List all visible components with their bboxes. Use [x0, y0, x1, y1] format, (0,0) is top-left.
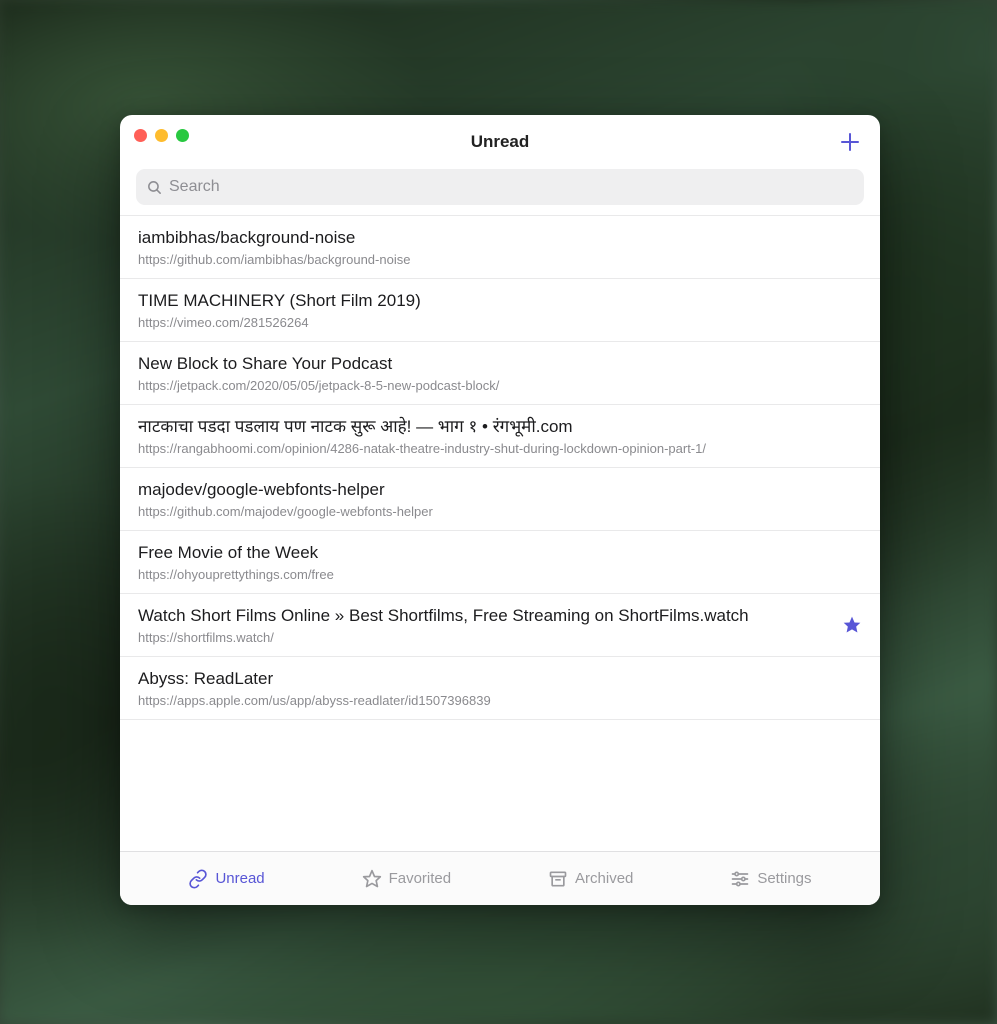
tab-label: Archived — [575, 870, 633, 887]
list-item-text: iambibhas/background-noise https://github… — [138, 227, 862, 267]
search-bar[interactable] — [136, 169, 864, 205]
list-item[interactable]: नाटकाचा पडदा पडलाय पण नाटक सुरू आहे! — भ… — [120, 405, 880, 468]
list-item-title: New Block to Share Your Podcast — [138, 353, 862, 376]
list-item-url: https://github.com/iambibhas/background-… — [138, 252, 862, 267]
tab-settings[interactable]: Settings — [730, 869, 811, 889]
list-item-url: https://rangabhoomi.com/opinion/4286-nat… — [138, 441, 862, 456]
list-item-title: majodev/google-webfonts-helper — [138, 479, 862, 502]
star-filled-icon[interactable] — [842, 615, 862, 635]
add-button[interactable] — [838, 130, 862, 154]
list-item-url: https://vimeo.com/281526264 — [138, 315, 862, 330]
list-item-title: Free Movie of the Week — [138, 542, 862, 565]
list-item-text: नाटकाचा पडदा पडलाय पण नाटक सुरू आहे! — भ… — [138, 416, 862, 456]
list-item[interactable]: Free Movie of the Week https://ohyouprett… — [120, 531, 880, 594]
list-item-text: Watch Short Films Online » Best Shortfil… — [138, 605, 832, 645]
tab-bar: Unread Favorited Archived Settings — [120, 851, 880, 905]
list-item-url: https://jetpack.com/2020/05/05/jetpack-8… — [138, 378, 862, 393]
close-window-button[interactable] — [134, 129, 147, 142]
list-item[interactable]: majodev/google-webfonts-helper https://gi… — [120, 468, 880, 531]
sliders-icon — [730, 869, 750, 889]
titlebar: Unread — [120, 115, 880, 169]
tab-favorited[interactable]: Favorited — [362, 869, 452, 889]
list-item[interactable]: New Block to Share Your Podcast https://j… — [120, 342, 880, 405]
list-item-title: Abyss: ReadLater — [138, 668, 862, 691]
link-icon — [188, 869, 208, 889]
tab-label: Favorited — [389, 870, 452, 887]
star-outline-icon — [362, 869, 382, 889]
page-title: Unread — [471, 132, 530, 152]
minimize-window-button[interactable] — [155, 129, 168, 142]
tab-unread[interactable]: Unread — [188, 869, 264, 889]
list-item[interactable]: TIME MACHINERY (Short Film 2019) https://… — [120, 279, 880, 342]
search-input[interactable] — [169, 178, 854, 196]
list-item-text: Abyss: ReadLater https://apps.apple.com/u… — [138, 668, 862, 708]
tab-label: Unread — [215, 870, 264, 887]
list-item-title: Watch Short Films Online » Best Shortfil… — [138, 605, 832, 628]
list-item[interactable]: Abyss: ReadLater https://apps.apple.com/u… — [120, 657, 880, 720]
zoom-window-button[interactable] — [176, 129, 189, 142]
list-item-url: https://ohyouprettythings.com/free — [138, 567, 862, 582]
list-item-url: https://github.com/majodev/google-webfon… — [138, 504, 862, 519]
list-item-text: Free Movie of the Week https://ohyouprett… — [138, 542, 862, 582]
list-item[interactable]: Watch Short Films Online » Best Shortfil… — [120, 594, 880, 657]
list-item-text: TIME MACHINERY (Short Film 2019) https://… — [138, 290, 862, 330]
list-item[interactable]: iambibhas/background-noise https://github… — [120, 215, 880, 279]
list-item-text: majodev/google-webfonts-helper https://gi… — [138, 479, 862, 519]
list-item-text: New Block to Share Your Podcast https://j… — [138, 353, 862, 393]
tab-archived[interactable]: Archived — [548, 869, 633, 889]
list-item-title: TIME MACHINERY (Short Film 2019) — [138, 290, 862, 313]
window-controls — [134, 129, 189, 142]
link-list: iambibhas/background-noise https://github… — [120, 215, 880, 851]
list-item-url: https://shortfilms.watch/ — [138, 630, 832, 645]
search-icon — [146, 179, 163, 196]
tab-label: Settings — [757, 870, 811, 887]
app-window: Unread iambibhas/background-noise https:/… — [120, 115, 880, 905]
list-item-title: iambibhas/background-noise — [138, 227, 862, 250]
plus-icon — [838, 130, 862, 154]
list-item-url: https://apps.apple.com/us/app/abyss-read… — [138, 693, 862, 708]
list-item-title: नाटकाचा पडदा पडलाय पण नाटक सुरू आहे! — भ… — [138, 416, 862, 439]
archive-icon — [548, 869, 568, 889]
